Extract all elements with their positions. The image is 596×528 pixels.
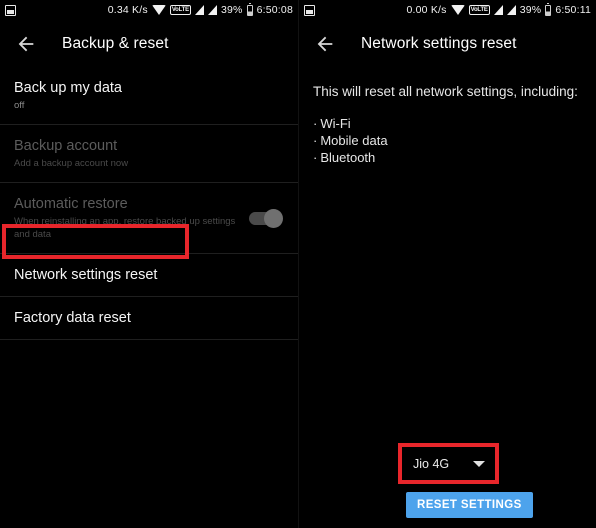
list-item-title: Automatic restore xyxy=(14,196,128,212)
settings-list: Back up my data off Backup account Add a… xyxy=(0,67,298,340)
page-title: Backup & reset xyxy=(62,34,169,52)
status-bar-notifications xyxy=(5,4,16,16)
reset-bullet-list: · Wi-Fi · Mobile data · Bluetooth xyxy=(313,115,582,166)
signal-bars-icon-2 xyxy=(207,5,217,15)
list-item: · Bluetooth xyxy=(313,149,582,166)
chevron-down-icon xyxy=(473,460,485,467)
list-item-backup-account[interactable]: Backup account Add a backup account now xyxy=(0,125,298,182)
action-bar: Backup & reset xyxy=(0,20,298,67)
battery-icon xyxy=(545,2,552,16)
list-item-factory-data-reset[interactable]: Factory data reset xyxy=(0,297,298,339)
volte-icon: VoLTE xyxy=(169,5,191,15)
battery-percent-label: 39% xyxy=(220,4,243,16)
list-item-network-settings-reset[interactable]: Network settings reset xyxy=(0,254,298,296)
status-bar: 0.00 K/s VoLTE 39% 6:50:11 xyxy=(299,0,596,20)
status-bar-system: 0.34 K/s VoLTE 39% 6:50:08 xyxy=(107,2,293,16)
bullet-dot-icon: · xyxy=(313,133,318,148)
list-item-automatic-restore[interactable]: Automatic restore When reinstalling an a… xyxy=(0,183,298,253)
action-bar: Network settings reset xyxy=(299,20,596,67)
sim-select-spinner[interactable]: Jio 4G xyxy=(404,447,497,480)
reset-description: This will reset all network settings, in… xyxy=(299,67,596,166)
divider xyxy=(0,339,298,340)
bullet-label: Bluetooth xyxy=(320,150,376,165)
battery-percent-label: 39% xyxy=(519,4,542,16)
backup-and-reset-screen: 0.34 K/s VoLTE 39% 6:50:08 Backup & rese… xyxy=(0,0,298,528)
list-item-subtitle: off xyxy=(14,100,25,111)
bullet-dot-icon: · xyxy=(313,116,318,131)
clock-label: 6:50:11 xyxy=(555,4,591,16)
list-item-title: Back up my data xyxy=(14,80,122,96)
volte-icon: VoLTE xyxy=(468,5,490,15)
page-title: Network settings reset xyxy=(361,34,517,52)
reset-settings-button[interactable]: RESET SETTINGS xyxy=(406,492,533,518)
status-bar-notifications xyxy=(304,4,315,16)
back-arrow-icon[interactable] xyxy=(311,30,339,58)
status-bar: 0.34 K/s VoLTE 39% 6:50:08 xyxy=(0,0,298,20)
screenshot-icon xyxy=(5,4,16,16)
list-item-title: Backup account xyxy=(14,138,118,154)
automatic-restore-toggle[interactable] xyxy=(249,208,283,228)
list-item-subtitle: When reinstalling an app, restore backed… xyxy=(14,216,236,240)
network-speed-label: 0.34 K/s xyxy=(107,4,148,16)
list-item-title: Network settings reset xyxy=(14,267,158,283)
bullet-label: Wi-Fi xyxy=(320,116,351,131)
reset-lead-text: This will reset all network settings, in… xyxy=(313,84,578,99)
network-settings-reset-screen: 0.00 K/s VoLTE 39% 6:50:11 Network setti… xyxy=(298,0,596,528)
screenshot-icon xyxy=(304,4,315,16)
clock-label: 6:50:08 xyxy=(256,4,293,16)
toggle-knob xyxy=(264,208,283,228)
wifi-icon xyxy=(450,5,465,15)
signal-bars-icon xyxy=(194,5,204,15)
bullet-label: Mobile data xyxy=(320,133,388,148)
list-item: · Mobile data xyxy=(313,132,582,149)
list-item-subtitle: Add a backup account now xyxy=(14,158,129,169)
network-speed-label: 0.00 K/s xyxy=(406,4,447,16)
list-item-back-up-my-data[interactable]: Back up my data off xyxy=(0,67,298,124)
back-arrow-icon[interactable] xyxy=(12,30,40,58)
list-item-title: Factory data reset xyxy=(14,310,131,326)
wifi-icon xyxy=(151,5,166,15)
battery-icon xyxy=(246,2,253,16)
status-bar-system: 0.00 K/s VoLTE 39% 6:50:11 xyxy=(406,2,591,16)
sim-select-value: Jio 4G xyxy=(413,456,450,471)
list-item: · Wi-Fi xyxy=(313,115,582,132)
signal-bars-icon xyxy=(493,5,503,15)
bullet-dot-icon: · xyxy=(313,150,318,165)
signal-bars-icon-2 xyxy=(506,5,516,15)
